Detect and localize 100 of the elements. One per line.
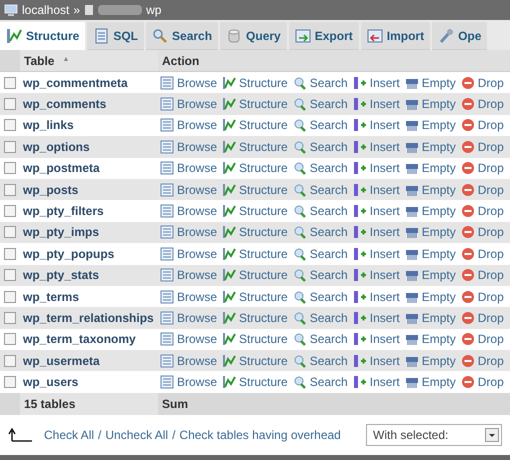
tab[interactable]: Import bbox=[360, 22, 430, 50]
action-link[interactable]: Insert bbox=[352, 223, 400, 242]
action-link[interactable]: Search bbox=[292, 95, 348, 114]
checkbox[interactable] bbox=[4, 376, 16, 388]
action-link[interactable]: Drop bbox=[460, 74, 504, 92]
checkbox[interactable] bbox=[4, 312, 16, 324]
table-name[interactable]: wp_posts bbox=[23, 182, 78, 197]
action-link[interactable]: Drop bbox=[460, 180, 504, 199]
table-name[interactable]: wp_postmeta bbox=[23, 161, 100, 176]
checkbox[interactable] bbox=[4, 333, 16, 346]
action-link[interactable]: Structure bbox=[222, 244, 288, 263]
action-link[interactable]: Structure bbox=[222, 223, 288, 242]
action-link[interactable]: Insert bbox=[352, 116, 400, 134]
action-link[interactable]: Search bbox=[292, 180, 348, 199]
table-name[interactable]: wp_pty_stats bbox=[23, 268, 100, 282]
action-link[interactable]: Structure bbox=[222, 202, 288, 220]
tab[interactable]: Ope bbox=[432, 22, 488, 50]
action-link[interactable]: Structure bbox=[222, 373, 288, 392]
action-link[interactable]: Structure bbox=[222, 138, 288, 156]
action-link[interactable]: Browse bbox=[160, 330, 218, 348]
table-name[interactable]: wp_links bbox=[23, 118, 74, 132]
action-link[interactable]: Search bbox=[292, 352, 348, 370]
action-link[interactable]: Insert bbox=[352, 244, 400, 263]
checkbox[interactable] bbox=[4, 248, 16, 260]
action-link[interactable]: Structure bbox=[222, 74, 288, 92]
action-link[interactable]: Empty bbox=[404, 330, 456, 348]
action-link[interactable]: Structure bbox=[222, 180, 288, 199]
action-link[interactable]: Structure bbox=[222, 116, 288, 134]
action-link[interactable]: Search bbox=[292, 138, 348, 156]
action-link[interactable]: Insert bbox=[352, 159, 400, 178]
server-link[interactable]: localhost bbox=[22, 1, 70, 19]
action-link[interactable]: Search bbox=[292, 223, 348, 242]
table-name[interactable]: wp_terms bbox=[23, 290, 80, 304]
action-link[interactable]: Drop bbox=[460, 330, 504, 348]
action-link[interactable]: Empty bbox=[404, 138, 456, 156]
action-link[interactable]: Empty bbox=[404, 352, 456, 370]
checkbox[interactable] bbox=[4, 162, 16, 174]
action-link[interactable]: Browse bbox=[160, 266, 218, 284]
action-link[interactable]: Empty bbox=[404, 308, 456, 327]
action-link[interactable]: Empty bbox=[404, 373, 456, 392]
action-link[interactable]: Drop bbox=[460, 288, 504, 306]
tab[interactable]: Export bbox=[288, 22, 359, 50]
action-link[interactable]: Structure bbox=[222, 288, 288, 306]
checkbox[interactable] bbox=[4, 140, 16, 153]
action-link[interactable]: Empty bbox=[404, 288, 456, 306]
tab[interactable]: Query bbox=[220, 22, 287, 50]
action-link[interactable]: Drop bbox=[460, 352, 504, 370]
table-name[interactable]: wp_pty_popups bbox=[23, 246, 114, 261]
action-link[interactable]: Empty bbox=[404, 244, 456, 263]
action-link[interactable]: Search bbox=[292, 288, 348, 306]
action-link[interactable]: Insert bbox=[352, 180, 400, 199]
action-link[interactable]: Drop bbox=[460, 244, 504, 263]
tab[interactable]: SQL bbox=[87, 22, 144, 50]
action-link[interactable]: Browse bbox=[160, 74, 218, 92]
action-link[interactable]: Structure bbox=[222, 266, 288, 284]
action-link[interactable]: Search bbox=[292, 159, 348, 178]
action-link[interactable]: Insert bbox=[352, 202, 400, 220]
action-link[interactable]: Empty bbox=[404, 159, 456, 178]
tab[interactable]: Structure bbox=[0, 22, 86, 50]
action-link[interactable]: Browse bbox=[160, 288, 218, 306]
checkbox[interactable] bbox=[4, 290, 16, 303]
bulk-link[interactable]: Uncheck All bbox=[105, 426, 168, 444]
action-link[interactable]: Insert bbox=[352, 288, 400, 306]
action-link[interactable]: Structure bbox=[222, 159, 288, 178]
action-link[interactable]: Empty bbox=[404, 74, 456, 92]
action-link[interactable]: Drop bbox=[460, 202, 504, 220]
action-link[interactable]: Browse bbox=[160, 308, 218, 327]
table-name[interactable]: wp_options bbox=[23, 140, 90, 154]
table-name[interactable]: wp_comments bbox=[23, 97, 106, 112]
action-link[interactable]: Structure bbox=[222, 330, 288, 348]
table-name[interactable]: wp_usermeta bbox=[23, 354, 100, 368]
action-link[interactable]: Search bbox=[292, 244, 348, 263]
action-link[interactable]: Structure bbox=[222, 95, 288, 114]
action-link[interactable]: Insert bbox=[352, 74, 400, 92]
action-link[interactable]: Insert bbox=[352, 308, 400, 327]
tab[interactable]: Search bbox=[146, 22, 218, 50]
database-link[interactable]: wp bbox=[146, 1, 162, 19]
action-link[interactable]: Insert bbox=[352, 266, 400, 284]
action-link[interactable]: Browse bbox=[160, 180, 218, 199]
column-header[interactable]: Table bbox=[24, 52, 54, 70]
action-link[interactable]: Empty bbox=[404, 266, 456, 284]
action-link[interactable]: Browse bbox=[160, 202, 218, 220]
checkbox[interactable] bbox=[4, 119, 16, 132]
action-link[interactable]: Drop bbox=[460, 223, 504, 242]
action-link[interactable]: Search bbox=[292, 116, 348, 134]
checkbox[interactable] bbox=[4, 205, 16, 218]
checkbox[interactable] bbox=[4, 354, 16, 367]
bulk-link[interactable]: Check tables having overhead bbox=[179, 426, 341, 444]
action-link[interactable]: Structure bbox=[222, 308, 288, 327]
action-link[interactable]: Browse bbox=[160, 223, 218, 242]
action-link[interactable]: Empty bbox=[404, 223, 456, 242]
action-link[interactable]: Drop bbox=[460, 373, 504, 392]
action-link[interactable]: Empty bbox=[404, 180, 456, 199]
with-selected-dropdown[interactable]: With selected: bbox=[366, 424, 502, 446]
action-link[interactable]: Drop bbox=[460, 308, 504, 327]
action-link[interactable]: Drop bbox=[460, 266, 504, 284]
action-link[interactable]: Drop bbox=[460, 95, 504, 114]
action-link[interactable]: Search bbox=[292, 373, 348, 392]
action-link[interactable]: Drop bbox=[460, 116, 504, 134]
action-link[interactable]: Insert bbox=[352, 95, 400, 114]
